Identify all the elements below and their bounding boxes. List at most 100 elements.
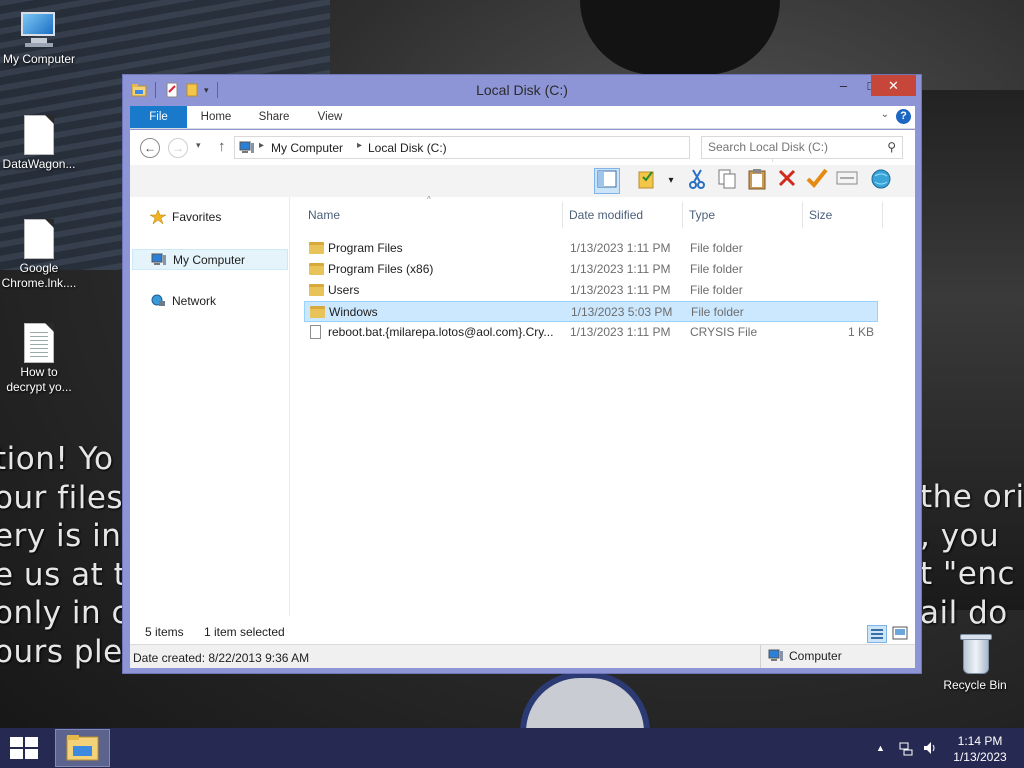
- file-type: CRYSIS File: [690, 325, 758, 339]
- properties-icon: [836, 171, 858, 185]
- file-date: 1/13/2023 1:11 PM: [570, 325, 671, 339]
- up-button[interactable]: ↑: [218, 138, 226, 155]
- breadcrumb-separator-icon[interactable]: ▸: [357, 140, 362, 151]
- desktop-icon-label: Google Chrome.lnk....: [1, 261, 77, 290]
- folder-icon: [309, 284, 324, 296]
- preview-pane-button[interactable]: [594, 168, 620, 194]
- nav-item-favorites[interactable]: Favorites: [132, 207, 288, 228]
- delete-button[interactable]: [774, 168, 800, 194]
- tab-view[interactable]: View: [310, 106, 350, 128]
- nav-item-label: My Computer: [173, 253, 246, 267]
- title-bar[interactable]: ▾ Local Disk (C:) – □ ✕: [123, 75, 921, 105]
- large-icons-view-icon: [892, 626, 908, 640]
- file-list: ^ Name Date modified Type Size Program F…: [302, 195, 915, 616]
- network-tray-icon[interactable]: [898, 740, 914, 759]
- close-button[interactable]: ✕: [871, 75, 916, 96]
- zone-label: Computer: [789, 649, 842, 663]
- details-view-button[interactable]: [867, 625, 887, 643]
- document-icon: [24, 115, 54, 155]
- breadcrumb-local-disk[interactable]: Local Disk (C:): [368, 141, 447, 155]
- tab-file[interactable]: File: [130, 106, 187, 128]
- select-dropdown-icon[interactable]: ▾: [658, 168, 684, 194]
- delete-x-icon: [778, 169, 796, 187]
- document-icon: [24, 219, 54, 259]
- desktop-icon-label: Recycle Bin: [943, 678, 1007, 692]
- copy-button[interactable]: [714, 168, 740, 194]
- ransom-text-left: tion! Yo our files ery is in e us at t o…: [0, 441, 143, 670]
- desktop-icon-my-computer[interactable]: My Computer: [0, 10, 78, 67]
- wallpaper-figure: [580, 0, 780, 75]
- breadcrumb-my-computer[interactable]: My Computer: [271, 141, 343, 155]
- file-name: Program Files: [328, 241, 403, 255]
- help-icon[interactable]: ?: [896, 109, 911, 124]
- tab-share[interactable]: Share: [252, 106, 296, 128]
- computer-icon: [17, 10, 61, 50]
- select-all-button[interactable]: [634, 168, 660, 194]
- forward-button[interactable]: →: [168, 138, 188, 158]
- desktop-icon-recycle-bin[interactable]: Recycle Bin: [936, 632, 1014, 693]
- large-icons-view-button[interactable]: [891, 625, 911, 643]
- scissors-icon: [689, 169, 705, 189]
- minimize-button[interactable]: –: [829, 75, 858, 96]
- recent-locations-icon[interactable]: ▾: [196, 140, 201, 151]
- file-name: reboot.bat.{milarepa.lotos@aol.com}.Cry.…: [328, 325, 554, 339]
- tab-home[interactable]: Home: [191, 106, 241, 128]
- file-date: 1/13/2023 1:11 PM: [570, 241, 671, 255]
- search-icon[interactable]: ⚲: [887, 140, 896, 154]
- details-view-icon: [871, 629, 883, 639]
- file-row-selected[interactable]: Windows 1/13/2023 5:03 PM File folder: [304, 301, 878, 322]
- start-button[interactable]: [10, 737, 38, 759]
- expand-ribbon-icon[interactable]: ⌄: [881, 109, 889, 120]
- navigation-pane: Favorites My Computer Network: [130, 197, 290, 616]
- ransom-text-right: the ori , you t "enc ail do: [920, 479, 1024, 631]
- rename-button[interactable]: [804, 168, 830, 194]
- clock-date: 1/13/2023: [953, 750, 1007, 764]
- explorer-window[interactable]: ▾ Local Disk (C:) – □ ✕ File Home Share …: [122, 74, 922, 674]
- speaker-icon: [924, 742, 935, 754]
- volume-icon[interactable]: [922, 740, 938, 759]
- file-explorer-icon: [66, 735, 99, 761]
- file-row[interactable]: Users 1/13/2023 1:11 PM File folder: [304, 280, 878, 301]
- item-count: 5 items: [145, 625, 184, 639]
- network-icon: [151, 294, 165, 306]
- file-row[interactable]: Program Files (x86) 1/13/2023 1:11 PM Fi…: [304, 259, 878, 280]
- nav-item-my-computer[interactable]: My Computer: [132, 249, 288, 270]
- column-header-date-modified[interactable]: Date modified: [563, 202, 683, 228]
- recycle-bin-icon: [957, 632, 993, 676]
- desktop-icon-label: How to decrypt yo...: [6, 365, 72, 394]
- desktop-icon-how-to-decrypt[interactable]: How to decrypt yo...: [0, 323, 78, 395]
- nav-item-label: Network: [172, 294, 217, 308]
- taskbar-file-explorer[interactable]: [55, 729, 110, 767]
- cut-button[interactable]: [684, 168, 710, 194]
- column-header-name[interactable]: Name: [302, 202, 563, 228]
- details-bar: Date created: 8/22/2013 9:36 AM Computer: [130, 644, 915, 668]
- preview-pane-icon: [597, 170, 617, 188]
- column-header-type[interactable]: Type: [683, 202, 803, 228]
- wallpaper-badge: [520, 672, 650, 732]
- command-toolbar: ▾: [130, 165, 915, 197]
- show-hidden-icons-icon[interactable]: ▲: [876, 743, 885, 753]
- file-type: File folder: [690, 283, 743, 297]
- breadcrumb-separator-icon[interactable]: ▸: [259, 140, 264, 151]
- address-bar[interactable]: ▸ My Computer ▸ Local Disk (C:) ⌄ ↻: [234, 136, 788, 162]
- desktop-icon-datawagon[interactable]: DataWagon...: [0, 115, 78, 172]
- file-row[interactable]: Program Files 1/13/2023 1:11 PM File fol…: [304, 238, 878, 259]
- search-input[interactable]: [708, 140, 878, 154]
- paste-button[interactable]: [744, 168, 770, 194]
- desktop-icon-google-chrome[interactable]: Google Chrome.lnk....: [0, 219, 78, 291]
- computer-icon: [768, 649, 783, 661]
- computer-icon: [151, 253, 166, 265]
- ribbon-tabs: File Home Share View ⌄ ?: [130, 106, 915, 129]
- globe-button[interactable]: [868, 168, 894, 194]
- clock[interactable]: 1:14 PM 1/13/2023: [940, 733, 1020, 765]
- taskbar: ▲ 1:14 PM 1/13/2023: [0, 728, 1024, 768]
- window-title: Local Disk (C:): [476, 82, 568, 98]
- file-type: File folder: [690, 241, 743, 255]
- text-document-icon: [24, 323, 54, 363]
- column-header-size[interactable]: Size: [803, 202, 883, 228]
- properties-button[interactable]: [834, 168, 860, 194]
- nav-item-network[interactable]: Network: [132, 291, 288, 312]
- search-box[interactable]: ⚲: [701, 136, 903, 159]
- file-row[interactable]: reboot.bat.{milarepa.lotos@aol.com}.Cry.…: [304, 322, 878, 343]
- back-button[interactable]: ←: [140, 138, 160, 158]
